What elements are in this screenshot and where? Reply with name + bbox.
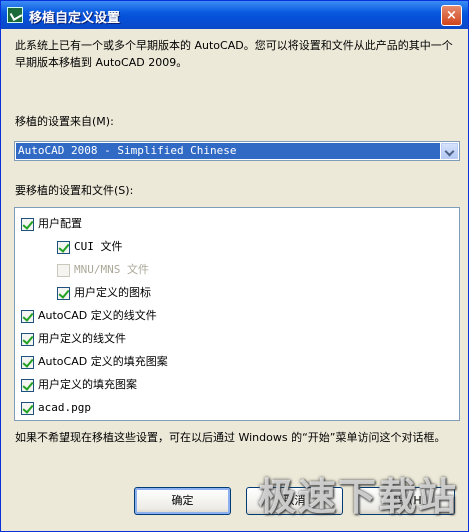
app-icon: [7, 7, 23, 23]
checkbox[interactable]: [21, 401, 34, 415]
help-button[interactable]: 帮助(H): [358, 487, 455, 515]
list-item[interactable]: acad.pgp: [21, 398, 91, 418]
checkbox[interactable]: [21, 309, 34, 323]
list-item-label: 用户定义的填充图案: [38, 378, 137, 391]
checkbox[interactable]: [21, 378, 34, 392]
checkbox[interactable]: [21, 332, 34, 346]
checkbox[interactable]: [57, 240, 70, 254]
list-item-label: 用户定义的线文件: [38, 332, 126, 345]
list-item[interactable]: CUI 文件: [57, 237, 123, 257]
checkbox[interactable]: [21, 355, 34, 369]
description-text: 此系统上已有一个或多个早期版本的 AutoCAD。您可以将设置和文件从此产品的其…: [15, 39, 453, 69]
list-item[interactable]: AutoCAD 定义的线文件: [21, 306, 157, 326]
checkbox[interactable]: [57, 286, 70, 300]
cancel-button[interactable]: 取消: [246, 487, 343, 515]
source-label: 移植的设置来自(M):: [15, 115, 114, 128]
ok-button[interactable]: 确定: [134, 487, 231, 515]
window-title: 移植自定义设置: [29, 11, 121, 26]
list-item[interactable]: 用户定义的线文件: [21, 329, 126, 349]
list-item: MNU/MNS 文件: [57, 260, 149, 280]
list-item-label: acad.pgp: [38, 401, 91, 414]
list-item-label: AutoCAD 定义的线文件: [38, 309, 157, 322]
checkbox[interactable]: [21, 217, 34, 231]
migrate-settings-dialog: 移植自定义设置 × 此系统上已有一个或多个早期版本的 AutoCAD。您可以将设…: [0, 0, 469, 532]
source-version-dropdown[interactable]: AutoCAD 2008 - Simplified Chinese: [14, 141, 460, 161]
checkbox: [57, 263, 70, 277]
source-version-value: AutoCAD 2008 - Simplified Chinese: [16, 143, 440, 159]
list-item[interactable]: 用户定义的填充图案: [21, 375, 137, 395]
chevron-down-icon[interactable]: [441, 143, 458, 159]
close-button[interactable]: ×: [441, 5, 462, 26]
list-item-label: AutoCAD 定义的填充图案: [38, 355, 168, 368]
items-label: 要移植的设置和文件(S):: [15, 184, 134, 197]
settings-checklist[interactable]: 用户配置 CUI 文件 MNU/MNS 文件 用户定义的图标 AutoCAD 定…: [14, 207, 460, 421]
list-item-label: 用户配置: [38, 217, 82, 230]
list-item-label: 用户定义的图标: [74, 286, 151, 299]
title-bar[interactable]: 移植自定义设置 ×: [1, 1, 468, 29]
list-item[interactable]: 用户配置: [21, 214, 82, 234]
list-item[interactable]: 用户定义的图标: [57, 283, 151, 303]
list-item[interactable]: AutoCAD 定义的填充图案: [21, 352, 168, 372]
list-item-label: CUI 文件: [74, 240, 123, 253]
note-text: 如果不希望现在移植这些设置，可在以后通过 Windows 的“开始”菜单访问这个…: [15, 431, 446, 444]
list-item-label: MNU/MNS 文件: [74, 263, 149, 276]
